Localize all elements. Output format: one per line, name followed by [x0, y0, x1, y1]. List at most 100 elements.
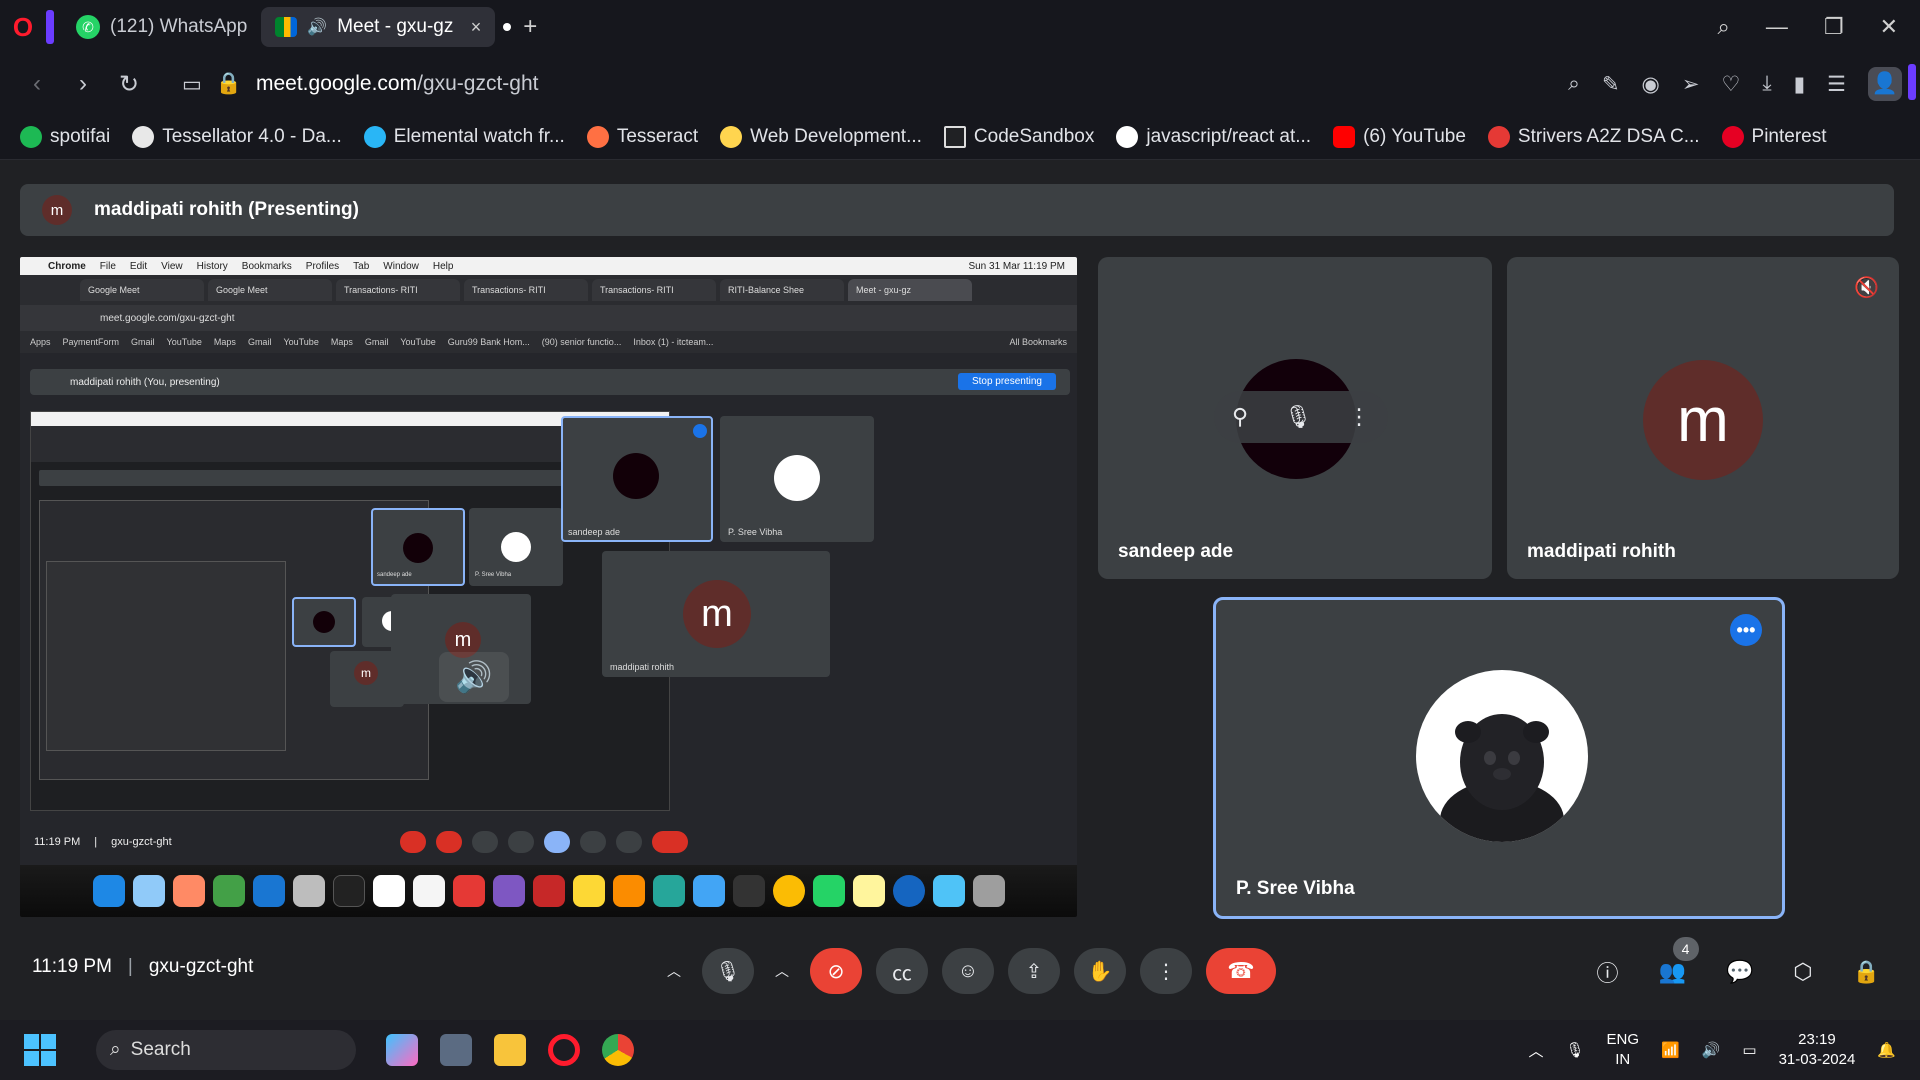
emoji-button[interactable]: ☺ — [942, 948, 994, 994]
mac-bookmark: Gmail — [364, 337, 389, 347]
opera-logo-icon[interactable]: O — [0, 0, 46, 54]
leave-call-button[interactable]: ☎ — [1206, 948, 1276, 994]
bookmark-github[interactable]: javascript/react at... — [1116, 125, 1311, 148]
bookmark-strivers[interactable]: Strivers A2Z DSA C... — [1487, 125, 1700, 148]
reload-icon[interactable]: ↻ — [106, 70, 152, 99]
opera-taskbar-icon[interactable] — [548, 1034, 580, 1066]
close-window-icon[interactable]: ✕ — [1880, 14, 1898, 40]
mac-bookmark: Apps — [30, 337, 51, 347]
mac-bookmark: Maps — [330, 337, 353, 347]
mic-in-use-icon[interactable]: 🎙 — [1565, 1041, 1584, 1059]
menu-item: Window — [383, 260, 419, 272]
wifi-icon[interactable]: 📶 — [1661, 1041, 1680, 1059]
bookmark-tessellator[interactable]: Tessellator 4.0 - Da... — [132, 125, 342, 148]
copilot-icon[interactable] — [386, 1034, 418, 1066]
battery-icon[interactable]: ▭ — [1742, 1041, 1756, 1059]
taskbar-search[interactable]: ⌕ Search — [96, 1030, 356, 1070]
present-screen-button[interactable]: ⇪ — [1008, 948, 1060, 994]
bookmark-web-development[interactable]: Web Development... — [720, 125, 922, 148]
search-tabs-icon[interactable]: ⌕ — [1718, 14, 1730, 40]
restore-icon[interactable]: ❐ — [1824, 14, 1844, 40]
menu-item: History — [196, 260, 228, 272]
edit-icon[interactable]: ✎ — [1602, 72, 1620, 97]
language-indicator[interactable]: ENG IN — [1607, 1030, 1640, 1070]
browser-tab-bar: O ✆ (121) WhatsApp 🔊 Meet - gxu-gz × + ⌕… — [0, 0, 1920, 54]
more-options-button[interactable]: ⋮ — [1140, 948, 1192, 994]
sidebar-accent — [46, 10, 54, 44]
activities-icon[interactable]: ⬡ — [1793, 959, 1812, 985]
file-explorer-icon[interactable] — [494, 1034, 526, 1066]
side-controls: ⓘ 👥 4 💬 ⬡ 🔒 — [1597, 937, 1880, 988]
video-settings-chevron-icon[interactable]: ︿ — [768, 948, 796, 994]
tesseract-icon — [586, 125, 609, 148]
calculator-icon[interactable] — [440, 1034, 472, 1066]
tab-close-icon[interactable]: × — [471, 17, 482, 38]
chrome-icon[interactable] — [602, 1034, 634, 1066]
mac-tab: Transactions- RITI — [336, 279, 460, 301]
captions-button[interactable]: ㏄ — [876, 948, 928, 994]
search-icon: ⌕ — [110, 1039, 121, 1060]
lang-top: ENG — [1606, 1031, 1640, 1048]
microphone-button[interactable]: 🎙 — [702, 948, 754, 994]
raise-hand-button[interactable]: ✋ — [1074, 948, 1126, 994]
chat-icon[interactable]: 💬 — [1726, 959, 1753, 985]
participant-avatar-photo — [1416, 670, 1588, 842]
windows-taskbar: ⌕ Search ︿ 🎙 ENG IN 📶 🔊 ▭ 23:19 31-03-2024… — [0, 1020, 1920, 1080]
show-hidden-icons-icon[interactable]: ︿ — [1528, 1040, 1543, 1061]
mac-tab: Transactions- RITI — [592, 279, 716, 301]
notifications-icon[interactable]: 🔔 — [1877, 1041, 1896, 1059]
mic-icon[interactable]: 🎙 — [1284, 404, 1312, 430]
more-options-button[interactable]: ••• — [1730, 614, 1762, 646]
host-controls-icon[interactable]: 🔒 — [1853, 959, 1880, 985]
menu-item: Bookmarks — [241, 260, 292, 272]
minimize-icon[interactable]: — — [1766, 14, 1788, 40]
windows-start-icon[interactable] — [24, 1034, 56, 1066]
pin-icon[interactable]: ⚲ — [1232, 404, 1248, 430]
snapshot-icon[interactable]: ◉ — [1642, 72, 1660, 97]
back-icon[interactable]: ‹ — [14, 70, 60, 98]
bookmark-youtube[interactable]: (6) YouTube — [1333, 125, 1466, 148]
lock-icon[interactable]: 🔒 — [216, 72, 242, 96]
bookmark-tesseract[interactable]: Tesseract — [586, 125, 698, 148]
battery-saver-icon[interactable]: ▮ — [1794, 72, 1806, 97]
meeting-details-icon[interactable]: ⓘ — [1597, 956, 1619, 988]
people-button[interactable]: 👥 4 — [1659, 937, 1699, 985]
mac-tab: Google Meet — [208, 279, 332, 301]
volume-icon[interactable]: 🔊 — [1702, 1041, 1721, 1059]
audio-settings-chevron-icon[interactable]: ︿ — [660, 948, 688, 994]
tab-meet[interactable]: 🔊 Meet - gxu-gz × — [261, 7, 496, 47]
forward-icon[interactable]: › — [60, 70, 106, 98]
mic-off-icon: 🔇 — [1854, 277, 1879, 299]
bookmark-spotifai[interactable]: spotifai — [20, 125, 110, 148]
camera-permission-icon[interactable]: ▭ — [182, 72, 202, 97]
bookmark-elemental[interactable]: Elemental watch fr... — [363, 125, 565, 148]
new-tab-icon[interactable]: + — [523, 13, 537, 41]
mac-code: gxu-gzct-ght — [111, 836, 172, 848]
tab-whatsapp[interactable]: ✆ (121) WhatsApp — [62, 7, 261, 47]
participant-tile-sandeep[interactable]: ⚲ 🎙 ⋮ sandeep ade — [1098, 257, 1492, 579]
bookmark-pinterest[interactable]: Pinterest — [1721, 125, 1827, 148]
participant-tile-rohith[interactable]: 🔇 m maddipati rohith — [1507, 257, 1899, 579]
send-icon[interactable]: ➢ — [1682, 72, 1700, 97]
mac-presenting-label: maddipati rohith (You, presenting) — [70, 376, 220, 388]
heart-icon[interactable]: ♡ — [1721, 72, 1740, 97]
mac-controls — [400, 831, 688, 853]
menu-icon[interactable]: ☰ — [1827, 72, 1846, 97]
menu-item: File — [99, 260, 116, 272]
system-clock[interactable]: 23:19 31-03-2024 — [1779, 1030, 1856, 1070]
shared-tile-label: maddipati rohith — [610, 662, 675, 672]
shared-screen[interactable]: Chrome File Edit View History Bookmarks … — [20, 257, 1077, 917]
camera-off-button[interactable]: ⊘ — [810, 948, 862, 994]
bookmark-codesandbox[interactable]: CodeSandbox — [943, 125, 1094, 148]
mac-clock: Sun 31 Mar 11:19 PM — [968, 260, 1065, 272]
mac-tab-strip: Google Meet Google Meet Transactions- RI… — [20, 275, 1077, 305]
system-tray: ︿ 🎙 ENG IN 📶 🔊 ▭ 23:19 31-03-2024 🔔 — [1528, 1030, 1920, 1070]
url-field[interactable]: ▭ 🔒 meet.google.com/gxu-gzct-ght — [182, 72, 538, 97]
participant-tile-sree[interactable]: ••• P. Sree Vibha — [1213, 597, 1785, 919]
elemental-icon — [363, 125, 386, 148]
more-options-icon[interactable]: ⋮ — [1348, 404, 1370, 430]
profile-icon[interactable]: 👤 — [1868, 67, 1902, 101]
mac-time: 11:19 PM — [34, 836, 81, 848]
download-icon[interactable]: ⤓ — [1762, 72, 1771, 96]
search-page-icon[interactable]: ⌕ — [1568, 72, 1580, 96]
